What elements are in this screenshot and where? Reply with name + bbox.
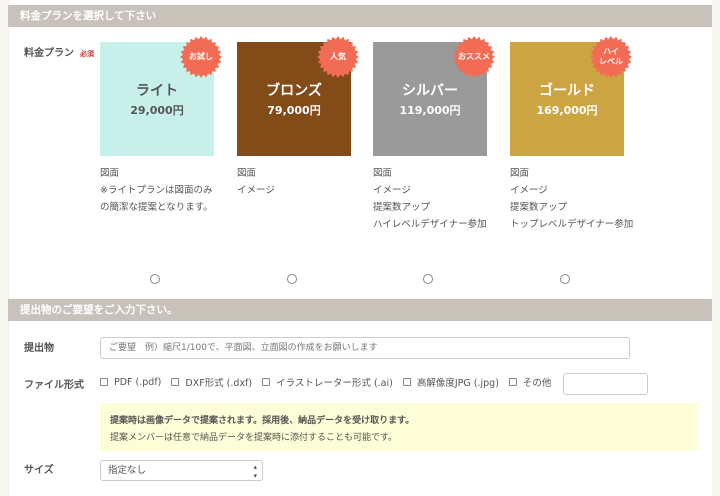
plan-price: 29,000円 (130, 104, 184, 117)
checkbox-ai[interactable]: イラストレーター形式 (.ai) (262, 375, 393, 389)
file-format-options: PDF (.pdf) DXF形式 (.dxf) イラストレーター形式 (.ai)… (100, 375, 553, 389)
plan-name: ブロンズ (266, 83, 322, 99)
plan-badge: お試し (180, 36, 222, 78)
checkbox-jpg[interactable]: 高解像度JPG (.jpg) (402, 375, 499, 389)
size-select[interactable]: 指定なし ▴ ▾ (100, 460, 263, 481)
plan-feature: イメージ (510, 185, 548, 196)
deliverable-label: 提出物 (24, 343, 54, 354)
plan-feature: イメージ (237, 185, 275, 196)
plan-card-1[interactable]: 人気ブロンズ 79,000円 (237, 36, 359, 156)
plan-price: 169,000円 (536, 104, 598, 117)
badge-text: ハイ レベル (599, 47, 623, 66)
option-label: PDF (.pdf) (114, 376, 162, 388)
plan-name: シルバー (402, 83, 458, 99)
other-format-input[interactable] (563, 373, 648, 395)
plan-feature: ハイレベルデザイナー参加 (373, 219, 487, 230)
checkbox-other[interactable]: その他 (508, 375, 552, 389)
plan-feature: 図面 (510, 168, 530, 179)
plan-card-0[interactable]: お試しライト 29,000円 (100, 36, 222, 156)
plan-label: 料金プラン 必須 (24, 44, 94, 59)
plan-feature: トップレベルデザイナー参加 (510, 219, 634, 230)
badge-text: おススメ (458, 52, 490, 62)
plan-card-2[interactable]: おススメシルバー 119,000円 (373, 36, 495, 156)
checkbox-icon[interactable] (402, 378, 411, 386)
plan-feature: ※ライトプランは図面のみの簡潔な提案となります。 (100, 185, 213, 213)
checkbox-icon[interactable] (171, 378, 180, 386)
plan-feature: 図面 (100, 168, 120, 179)
plan-badge: 人気 (317, 36, 359, 78)
plan-feature: 提案数アップ (373, 202, 431, 213)
plan-radio-3[interactable] (560, 274, 570, 284)
section-header-plan: 料金プランを選択して下さい (8, 5, 712, 27)
plan-feature: 提案数アップ (510, 202, 568, 213)
deliverable-input[interactable] (100, 337, 630, 359)
plan-feature: 図面 (373, 168, 393, 179)
option-label: イラストレーター形式 (.ai) (276, 378, 393, 389)
checkbox-icon[interactable] (262, 378, 271, 386)
checkbox-pdf[interactable]: PDF (.pdf) (100, 377, 161, 388)
checkbox-icon[interactable] (508, 378, 517, 386)
plan-label-text: 料金プラン (24, 48, 74, 59)
badge-text: 人気 (330, 52, 346, 62)
option-label: 高解像度JPG (.jpg) (416, 378, 499, 389)
checkbox-dxf[interactable]: DXF形式 (.dxf) (171, 375, 252, 389)
info-note: 提案時は画像データで提案されます。採用後、納品データを受け取ります。 提案メンバ… (100, 403, 697, 451)
badge-text: お試し (189, 52, 213, 62)
plan-price: 119,000円 (399, 104, 461, 117)
plan-price: 79,000円 (267, 104, 321, 117)
plan-features: 図面 ※ライトプランは図面のみの簡潔な提案となります。 (100, 165, 216, 216)
plan-radio-1[interactable] (287, 274, 297, 284)
option-label: DXF形式 (.dxf) (185, 378, 253, 389)
size-select-value: 指定なし (108, 465, 147, 476)
plan-radio-0[interactable] (150, 274, 160, 284)
checkbox-icon[interactable] (100, 378, 108, 386)
plan-feature: 図面 (237, 168, 257, 179)
option-label: その他 (522, 378, 552, 389)
plan-card-3[interactable]: ハイ レベルゴールド 169,000円 (510, 36, 632, 156)
plan-badge: おススメ (453, 36, 495, 78)
file-format-label: ファイル形式 (24, 380, 84, 391)
plan-feature: イメージ (373, 185, 411, 196)
plan-name: ゴールド (539, 83, 595, 99)
section-header-deliverable: 提出物のご要望をご入力下さい。 (8, 299, 712, 321)
plan-radio-2[interactable] (423, 274, 433, 284)
select-arrows-icon: ▴ ▾ (253, 463, 257, 480)
size-label: サイズ (24, 465, 54, 476)
plan-features: 図面 イメージ (237, 165, 361, 199)
note-line-2: 提案メンバーは任意で納品データを提案時に添付することも可能です。 (110, 433, 398, 443)
required-badge: 必須 (80, 50, 94, 58)
plan-name: ライト (136, 83, 178, 99)
plan-features: 図面イメージ提案数アップハイレベルデザイナー参加 (373, 165, 497, 233)
plan-badge: ハイ レベル (590, 36, 632, 78)
plan-features: 図面イメージ提案数アップトップレベルデザイナー参加 (510, 165, 634, 233)
note-line-1: 提案時は画像データで提案されます。採用後、納品データを受け取ります。 (110, 416, 415, 426)
